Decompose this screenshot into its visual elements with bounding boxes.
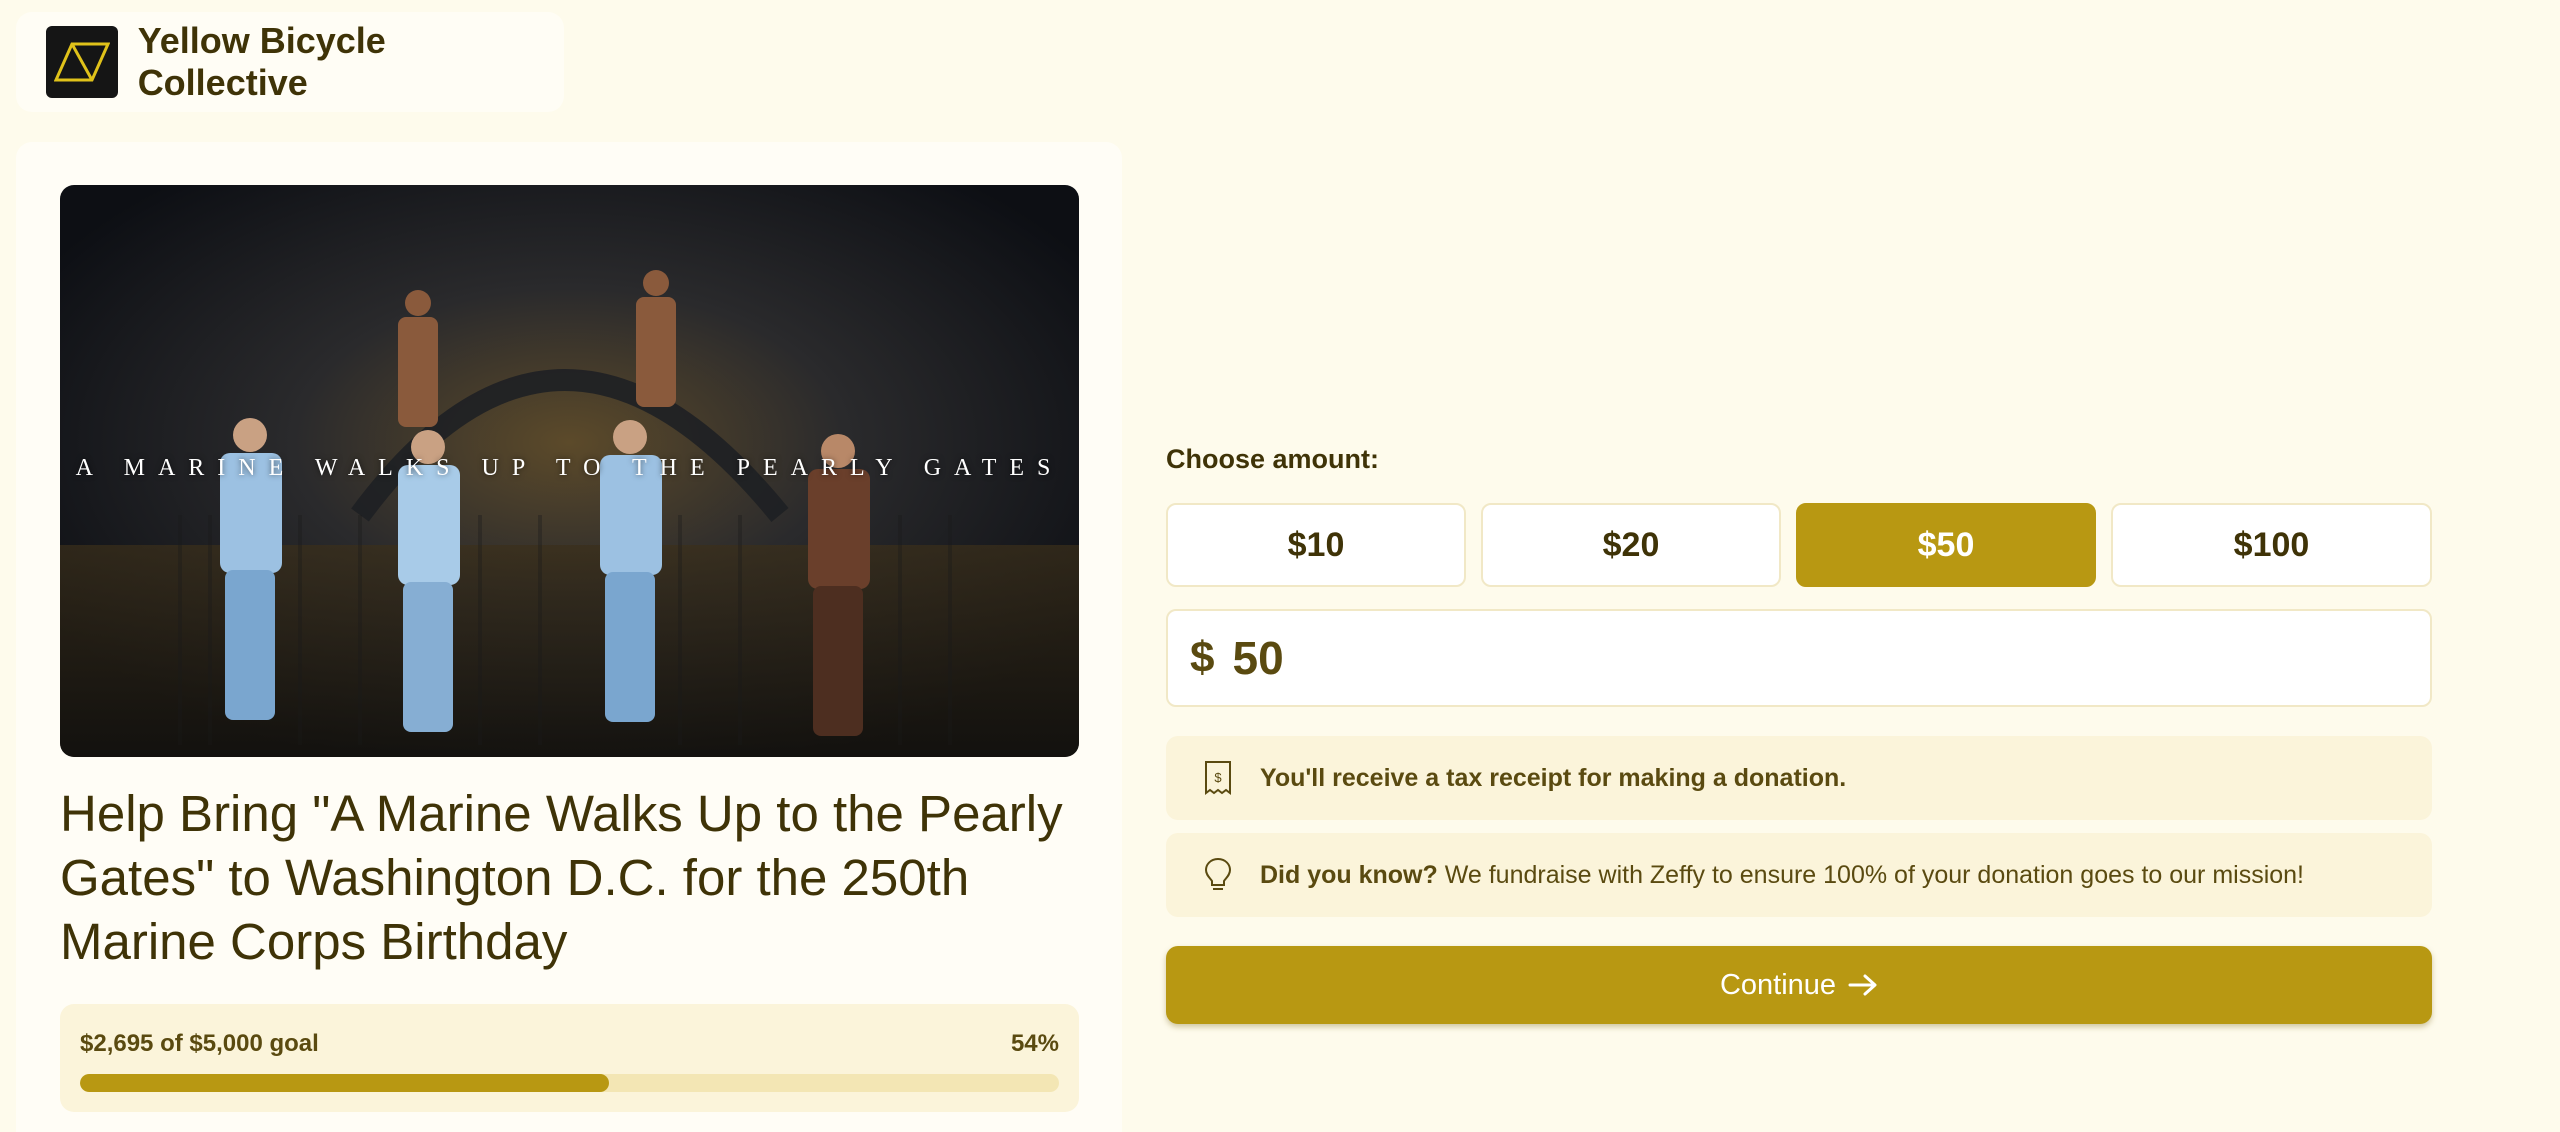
currency-symbol: $ xyxy=(1190,633,1215,682)
did-you-know-notice: Did you know? We fundraise with Zeffy to… xyxy=(1166,833,2432,917)
campaign-card: A MARINE WALKS UP TO THE PEARLY GATES He… xyxy=(16,142,1122,1132)
amount-button-20[interactable]: $20 xyxy=(1481,503,1781,587)
progress-percent: 54% xyxy=(1010,1030,1059,1057)
amount-input[interactable] xyxy=(1232,631,2333,685)
amount-button-10[interactable]: $10 xyxy=(1166,503,1466,587)
org-header: Yellow Bicycle Collective xyxy=(16,12,564,112)
receipt-icon: $ xyxy=(1200,758,1236,798)
org-name: Yellow Bicycle Collective xyxy=(137,20,386,103)
progress-fill xyxy=(80,1074,609,1092)
choose-amount-label: Choose amount: xyxy=(1166,444,1379,474)
lightbulb-icon xyxy=(1200,855,1236,895)
amount-button-100[interactable]: $100 xyxy=(2111,503,2432,587)
did-you-know-bold: Did you know? xyxy=(1260,860,1438,889)
continue-label: Continue xyxy=(1719,968,1837,1001)
svg-text:$: $ xyxy=(1214,770,1222,785)
continue-button[interactable]: Continue xyxy=(1166,946,2432,1024)
campaign-title: Help Bring "A Marine Walks Up to the Pea… xyxy=(60,785,1063,970)
fundraising-progress: $2,695 of $5,000 goal 54% xyxy=(60,1004,1079,1112)
tax-receipt-text: You'll receive a tax receipt for making … xyxy=(1260,763,1847,792)
org-logo-icon xyxy=(46,26,118,98)
did-you-know-body: We fundraise with Zeffy to ensure 100% o… xyxy=(1437,860,2305,889)
hero-caption: A MARINE WALKS UP TO THE PEARLY GATES xyxy=(75,455,1064,481)
tax-receipt-notice: $ You'll receive a tax receipt for makin… xyxy=(1166,736,2432,820)
progress-track xyxy=(80,1074,1059,1092)
progress-label: $2,695 of $5,000 goal xyxy=(80,1030,319,1057)
arrow-right-icon xyxy=(1848,973,1878,997)
custom-amount-field[interactable]: $ xyxy=(1166,609,2432,707)
did-you-know-text: Did you know? We fundraise with Zeffy to… xyxy=(1260,861,2304,890)
amount-button-50[interactable]: $50 xyxy=(1796,503,2096,587)
campaign-hero-image: A MARINE WALKS UP TO THE PEARLY GATES xyxy=(60,185,1079,757)
